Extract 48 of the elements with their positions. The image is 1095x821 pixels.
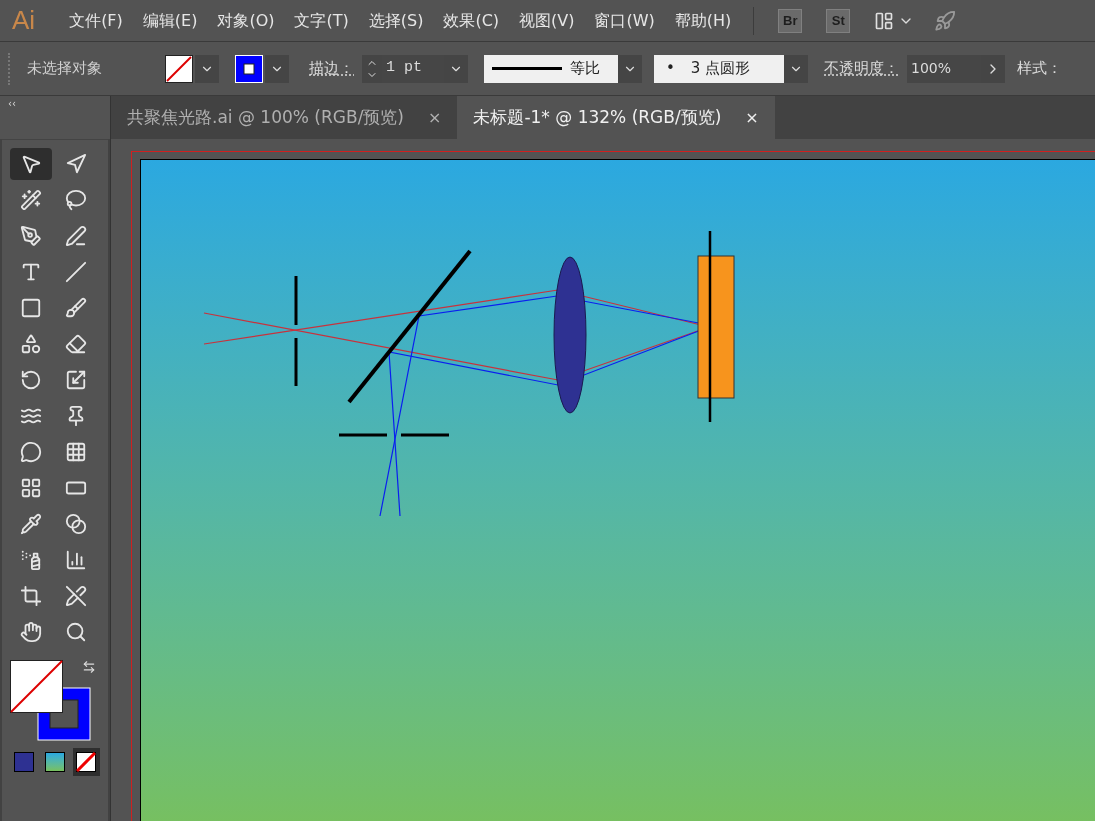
selection-status: 未选择对象 — [27, 58, 103, 80]
pen-nib-icon — [20, 225, 42, 247]
arrow-button[interactable] — [981, 54, 1005, 83]
document-tab[interactable]: 未标题-1* @ 132% (RGB/预览) × — [457, 96, 775, 139]
arrow-icon — [65, 153, 87, 175]
menu-item[interactable]: 视图(V) — [509, 8, 585, 33]
close-icon[interactable]: × — [428, 105, 442, 130]
app-logo: Ai — [12, 4, 36, 37]
pointer-tool[interactable] — [10, 148, 52, 180]
shapes-icon — [20, 333, 42, 355]
zoom-icon — [65, 621, 87, 643]
menu-item[interactable]: 效果(C) — [433, 8, 510, 33]
menu-item[interactable]: 编辑(E) — [132, 8, 208, 33]
menu-item[interactable]: 文字(T) — [284, 8, 359, 33]
opacity-field[interactable]: 100% — [907, 54, 981, 83]
menu-item[interactable]: 文件(F) — [59, 8, 133, 33]
eraser-icon — [65, 333, 87, 355]
none-mode-button[interactable] — [72, 748, 100, 776]
fill-swatch[interactable] — [165, 54, 193, 83]
line-icon — [65, 261, 87, 283]
layout-icon[interactable] — [874, 10, 895, 31]
menu-item[interactable]: 选择(S) — [358, 8, 434, 33]
type-icon — [20, 261, 42, 283]
spray-icon — [20, 549, 42, 571]
brush-dropdown[interactable]: • 3 点圆形 — [654, 54, 784, 83]
stroke-label[interactable]: 描边： — [309, 57, 354, 80]
lasso-icon — [65, 189, 87, 211]
scale-icon — [65, 369, 87, 391]
rocket-icon[interactable] — [934, 9, 957, 32]
rotate-icon — [20, 369, 42, 391]
menu-item[interactable]: 窗口(W) — [584, 8, 665, 33]
rectangle-icon — [20, 297, 42, 319]
hand-icon — [20, 621, 42, 643]
opacity-label[interactable]: 不透明度： — [824, 57, 899, 80]
stroke-swatch[interactable] — [235, 54, 263, 83]
profile-dropdown[interactable]: 等比 — [484, 54, 618, 83]
pointer-icon — [20, 153, 42, 175]
artboard-icon — [20, 585, 42, 607]
menu-item[interactable]: 对象(O) — [207, 8, 285, 33]
style-label: 样式： — [1017, 58, 1062, 80]
menu-item[interactable]: 帮助(H) — [664, 8, 742, 33]
close-icon[interactable]: × — [745, 105, 759, 130]
swap-icon[interactable] — [82, 660, 96, 674]
brush-icon — [65, 297, 87, 319]
magic-wand-icon — [20, 189, 42, 211]
bar-chart-icon — [65, 549, 87, 571]
blend-icon — [65, 513, 87, 535]
eyedropper-icon — [20, 513, 42, 535]
